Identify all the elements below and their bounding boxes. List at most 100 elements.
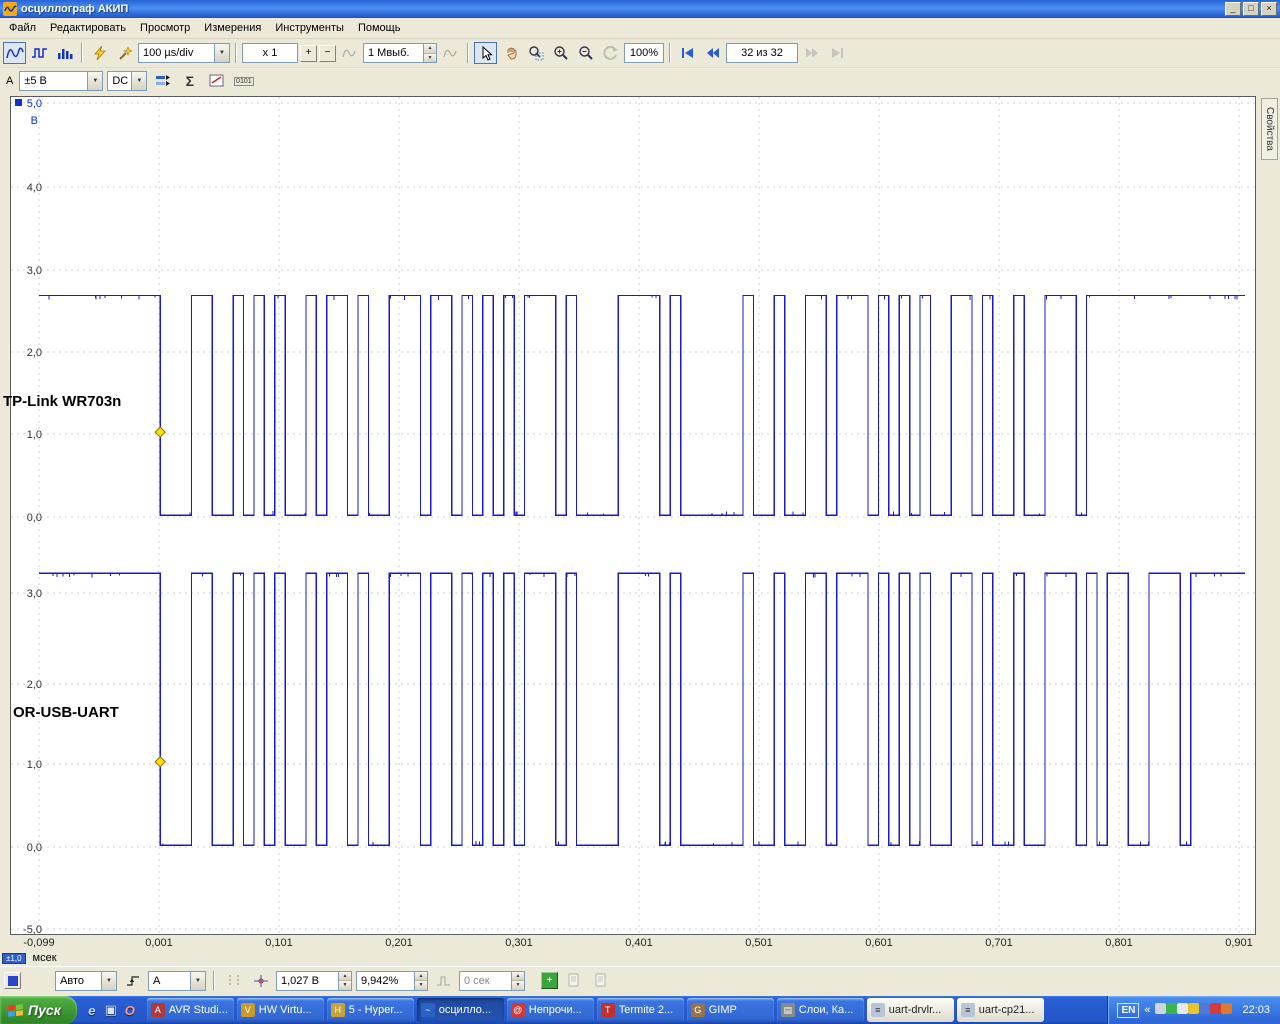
svg-text:3,0: 3,0 [27,588,42,600]
spectrum-mode-button[interactable] [53,42,76,64]
trigger-edge-button[interactable] [121,970,144,992]
task-button-mail-unread[interactable]: @Непрочи... [507,998,594,1022]
task-label: 5 - Hyper... [349,1004,403,1016]
channel-range-select[interactable]: ±5 В ▼ [19,71,103,91]
zoom-out-button[interactable] [574,42,597,64]
x-tick-label: -0,099 [23,937,54,949]
minimize-button[interactable]: _ [1225,2,1241,16]
task-button-hw-virtual[interactable]: VHW Virtu... [237,998,324,1022]
spinner-buttons[interactable]: ▲▼ [414,972,427,990]
dropdown-arrow-icon[interactable]: ▼ [101,972,116,990]
trigger-channel-color-button[interactable] [4,972,21,989]
plot-area[interactable]: 5,04,03,02,01,00,0В3,02,01,00,0-5,0 [10,96,1256,935]
dropdown-arrow-icon[interactable]: ▼ [190,972,205,990]
zoom-level-field[interactable]: 100% [624,43,664,63]
task-button-uart-cp21-doc[interactable]: ≡uart-cp21... [957,998,1044,1022]
update-tray-icon[interactable] [1221,1003,1232,1014]
first-frame-button[interactable] [676,42,699,64]
x-tick-label: 0,401 [625,937,653,949]
close-button[interactable]: × [1261,2,1277,16]
start-label: Пуск [28,1002,61,1018]
mail-unread-icon: @ [511,1003,525,1017]
zoom-window-button[interactable] [524,42,547,64]
menu-item-2[interactable]: Просмотр [133,19,197,37]
svg-text:0,0: 0,0 [27,842,42,854]
logic-analyzer-button[interactable]: 0101 [232,70,255,92]
oscilloscope-app: осциллограф АКИП _ □ × ФайлРедактировать… [0,0,1280,1024]
menu-item-3[interactable]: Измерения [197,19,268,37]
channel-toolbar: A ±5 В ▼ DC ▼ Σ 0101 [0,68,1280,94]
waveform-display[interactable]: 5,04,03,02,01,00,0В3,02,01,00,0-5,0 [11,97,1255,934]
pointer-tool-button[interactable] [474,42,497,64]
network-tray-icon[interactable] [1155,1003,1166,1014]
task-button-gimp-layers[interactable]: ▤Слои, Ка... [777,998,864,1022]
dropdown-arrow-icon[interactable]: ▼ [214,44,229,62]
dropdown-arrow-icon[interactable]: ▼ [131,72,146,90]
pan-hand-tool-button[interactable] [499,42,522,64]
logic-mode-button[interactable] [28,42,51,64]
svg-text:2,0: 2,0 [27,347,42,359]
messenger-tray-icon[interactable] [1199,1003,1210,1014]
x-tick-label: 0,701 [985,937,1013,949]
crosshair-tool-button[interactable] [249,970,272,992]
gimp-layers-icon: ▤ [781,1003,795,1017]
antivirus-tray-icon[interactable] [1166,1003,1177,1014]
task-button-oscilloscope[interactable]: ~осцилло... [417,998,504,1022]
spinner-buttons[interactable]: ▲▼ [423,44,436,62]
timebase-select[interactable]: 100 µs/div ▼ [138,43,230,63]
menu-item-5[interactable]: Помощь [351,19,408,37]
tray-chevron-icon[interactable]: « [1144,1004,1150,1016]
language-indicator[interactable]: EN [1117,1003,1139,1018]
prev-frame-button[interactable] [701,42,724,64]
autotrigger-lightning-button[interactable] [88,42,111,64]
internet-explorer-icon[interactable]: e [84,1001,100,1019]
dropdown-arrow-icon[interactable]: ▼ [87,72,102,90]
task-button-uart-drvlr-doc[interactable]: ≡uart-drvlr... [867,998,954,1022]
scheduler-tray-icon[interactable] [1188,1003,1199,1014]
task-button-gimp[interactable]: G GIMP [687,998,774,1022]
opera-icon[interactable]: O [122,1001,138,1019]
frame-counter-field[interactable]: 32 из 32 [726,43,798,63]
caption-buttons: _ □ × [1225,2,1277,16]
volume-tray-icon[interactable] [1177,1003,1188,1014]
buffer-size-spinner[interactable]: 1 Мвыб. ▲▼ [363,43,437,63]
scope-mode-button[interactable] [3,42,26,64]
zoom-level-value: 100% [630,47,658,59]
report-button [589,970,612,992]
gimp-icon: G [691,1003,705,1017]
cursor-tool-button[interactable] [222,970,245,992]
task-button-avr-studio[interactable]: AAVR Studi... [147,998,234,1022]
task-label: GIMP [709,1004,737,1016]
sum-channels-button[interactable]: Σ [178,70,201,92]
autosetup-wand-button[interactable] [113,42,136,64]
add-measurement-button[interactable]: + [541,972,558,989]
start-button[interactable]: Пуск [0,996,77,1024]
trigger-level-spinner[interactable]: 1,027 В ▲▼ [276,971,352,991]
properties-tab[interactable]: Свойства [1261,98,1278,160]
scale-plus-button[interactable]: + [300,45,317,62]
trigger-position-spinner[interactable]: 9,942% ▲▼ [356,971,428,991]
spin-down-icon: ▼ [339,981,351,990]
spinner-buttons[interactable]: ▲▼ [338,972,351,990]
channel-coupling-select[interactable]: DC ▼ [107,71,147,91]
spinner-buttons: ▲▼ [511,972,524,990]
horizontal-scale-field[interactable]: x 1 [242,43,298,63]
show-desktop-icon[interactable]: ▣ [103,1001,119,1019]
menu-bar: ФайлРедактироватьПросмотрИзмеренияИнстру… [0,18,1280,39]
menu-item-4[interactable]: Инструменты [268,19,351,37]
task-button-hyperterminal[interactable]: H5 - Hyper... [327,998,414,1022]
task-button-termite[interactable]: TTermite 2... [597,998,684,1022]
trigger-mode-select[interactable]: Авто ▼ [55,971,117,991]
channel-range-value: ±5 В [20,75,87,87]
maximize-button[interactable]: □ [1243,2,1259,16]
math-channel-button[interactable] [205,70,228,92]
menu-item-0[interactable]: Файл [2,19,43,37]
hw-virtual-icon: V [241,1003,255,1017]
channel-options-button[interactable] [151,70,174,92]
trigger-source-select[interactable]: A ▼ [148,971,206,991]
menu-item-1[interactable]: Редактировать [43,19,133,37]
scale-minus-button[interactable]: − [319,45,336,62]
alert-tray-icon[interactable] [1210,1003,1221,1014]
x-unit-label: мсек [33,952,57,964]
zoom-in-button[interactable] [549,42,572,64]
